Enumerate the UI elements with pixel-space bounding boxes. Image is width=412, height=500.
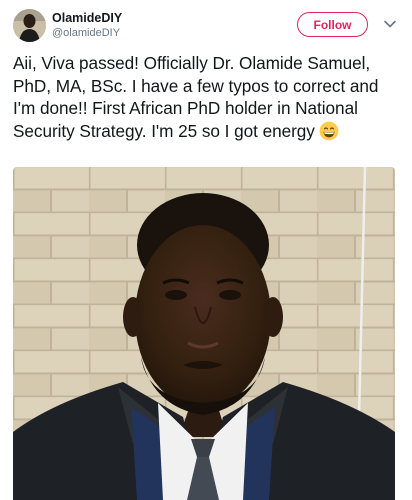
tweet-photo[interactable] [13, 167, 395, 500]
avatar-image [13, 9, 46, 42]
user-handle[interactable]: @olamideDIY [52, 27, 120, 39]
follow-button[interactable]: Follow [297, 12, 368, 37]
tweet-text: Aii, Viva passed! Officially Dr. Olamide… [13, 52, 401, 142]
grinning-face-emoji [319, 121, 339, 141]
user-avatar[interactable] [13, 9, 46, 42]
tweet-header: OlamideDIY @olamideDIY Follow [0, 0, 412, 48]
chevron-down-icon[interactable] [382, 16, 398, 32]
user-display-name[interactable]: OlamideDIY [52, 11, 122, 25]
portrait-photo-image [13, 167, 395, 500]
